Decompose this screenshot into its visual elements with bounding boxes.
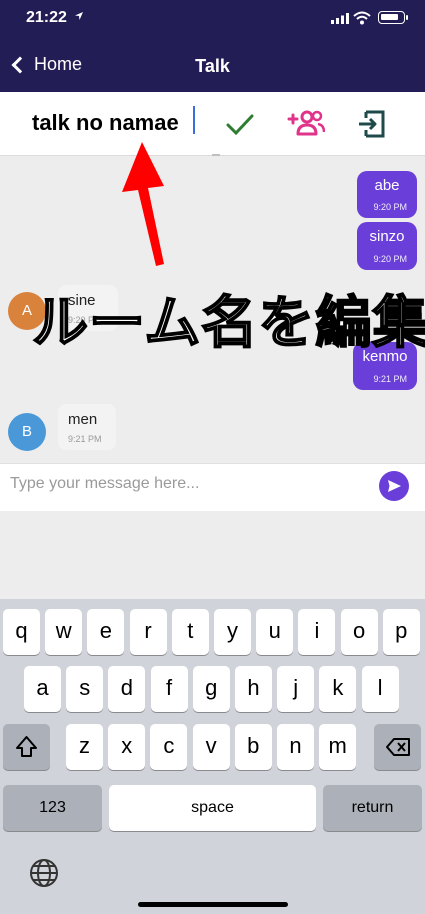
key-g[interactable]: g: [192, 666, 230, 712]
globe-icon[interactable]: [28, 857, 60, 889]
key-d[interactable]: d: [108, 666, 146, 712]
send-button[interactable]: [379, 471, 409, 501]
message-text: men: [68, 411, 98, 428]
check-icon[interactable]: [224, 108, 256, 140]
page-title: Talk: [195, 56, 230, 76]
message-incoming: men 9:21 PM: [58, 404, 116, 450]
key-c[interactable]: c: [150, 724, 188, 770]
key-e[interactable]: e: [87, 609, 125, 655]
message-time: 9:20 PM: [373, 254, 407, 264]
shift-key[interactable]: [3, 724, 50, 770]
key-z[interactable]: z: [66, 724, 103, 770]
key-y[interactable]: y: [214, 609, 251, 655]
key-i[interactable]: i: [298, 609, 336, 655]
key-v[interactable]: v: [192, 724, 230, 770]
key-h[interactable]: h: [235, 666, 272, 712]
key-o[interactable]: o: [340, 609, 378, 655]
key-l[interactable]: l: [361, 666, 399, 712]
key-t[interactable]: t: [171, 609, 209, 655]
shift-icon: [16, 736, 37, 757]
annotation-text: ルーム名を編集: [31, 290, 425, 357]
battery-icon: [378, 11, 408, 24]
backspace-key[interactable]: [374, 724, 421, 770]
backspace-icon: [386, 738, 410, 756]
avatar[interactable]: B: [8, 413, 46, 451]
nav-bar: Home Talk: [0, 44, 425, 90]
key-a[interactable]: a: [24, 666, 61, 712]
status-bar: 21:22: [0, 0, 425, 36]
wifi-icon: [353, 11, 371, 25]
key-q[interactable]: q: [3, 609, 40, 655]
key-p[interactable]: p: [382, 609, 420, 655]
message-text: sinzo: [369, 228, 405, 245]
keyboard: qwertyuiop asdfghjkl zxcvbnm 123 space r…: [0, 599, 425, 914]
key-x[interactable]: x: [108, 724, 146, 770]
annotation-arrow: [122, 142, 164, 266]
exit-room-icon[interactable]: [356, 108, 388, 140]
home-indicator: [138, 902, 288, 907]
key-j[interactable]: j: [277, 666, 315, 712]
return-key[interactable]: return: [323, 785, 422, 831]
room-name-input[interactable]: talk no namae: [32, 110, 179, 136]
message-outgoing: sinzo 9:20 PM: [357, 222, 417, 270]
spacer: [0, 511, 425, 599]
app-header: 21:22 Home Talk: [0, 0, 425, 92]
key-k[interactable]: k: [319, 666, 357, 712]
key-r[interactable]: r: [129, 609, 167, 655]
message-input[interactable]: Type your message here...: [10, 475, 199, 493]
key-n[interactable]: n: [277, 724, 314, 770]
message-text: abe: [374, 177, 400, 194]
text-cursor: [193, 106, 195, 134]
message-time: 9:20 PM: [373, 202, 407, 212]
space-key[interactable]: space: [109, 785, 316, 831]
location-arrow-icon: [75, 12, 83, 20]
key-s[interactable]: s: [66, 666, 104, 712]
room-name-bar: talk no namae: [0, 92, 425, 156]
signal-icon: [331, 13, 349, 24]
status-time: 21:22: [26, 9, 67, 26]
message-time: 9:21 PM: [373, 374, 407, 384]
add-users-icon[interactable]: [287, 108, 325, 140]
key-w[interactable]: w: [45, 609, 83, 655]
key-f[interactable]: f: [150, 666, 188, 712]
key-m[interactable]: m: [319, 724, 357, 770]
key-b[interactable]: b: [234, 724, 272, 770]
message-composer: Type your message here...: [0, 463, 425, 511]
message-outgoing: abe 9:20 PM: [357, 171, 417, 218]
input-underline: [212, 154, 220, 156]
numbers-key[interactable]: 123: [3, 785, 102, 831]
send-icon: [388, 480, 401, 492]
message-time: 9:21 PM: [68, 434, 102, 444]
key-u[interactable]: u: [256, 609, 294, 655]
